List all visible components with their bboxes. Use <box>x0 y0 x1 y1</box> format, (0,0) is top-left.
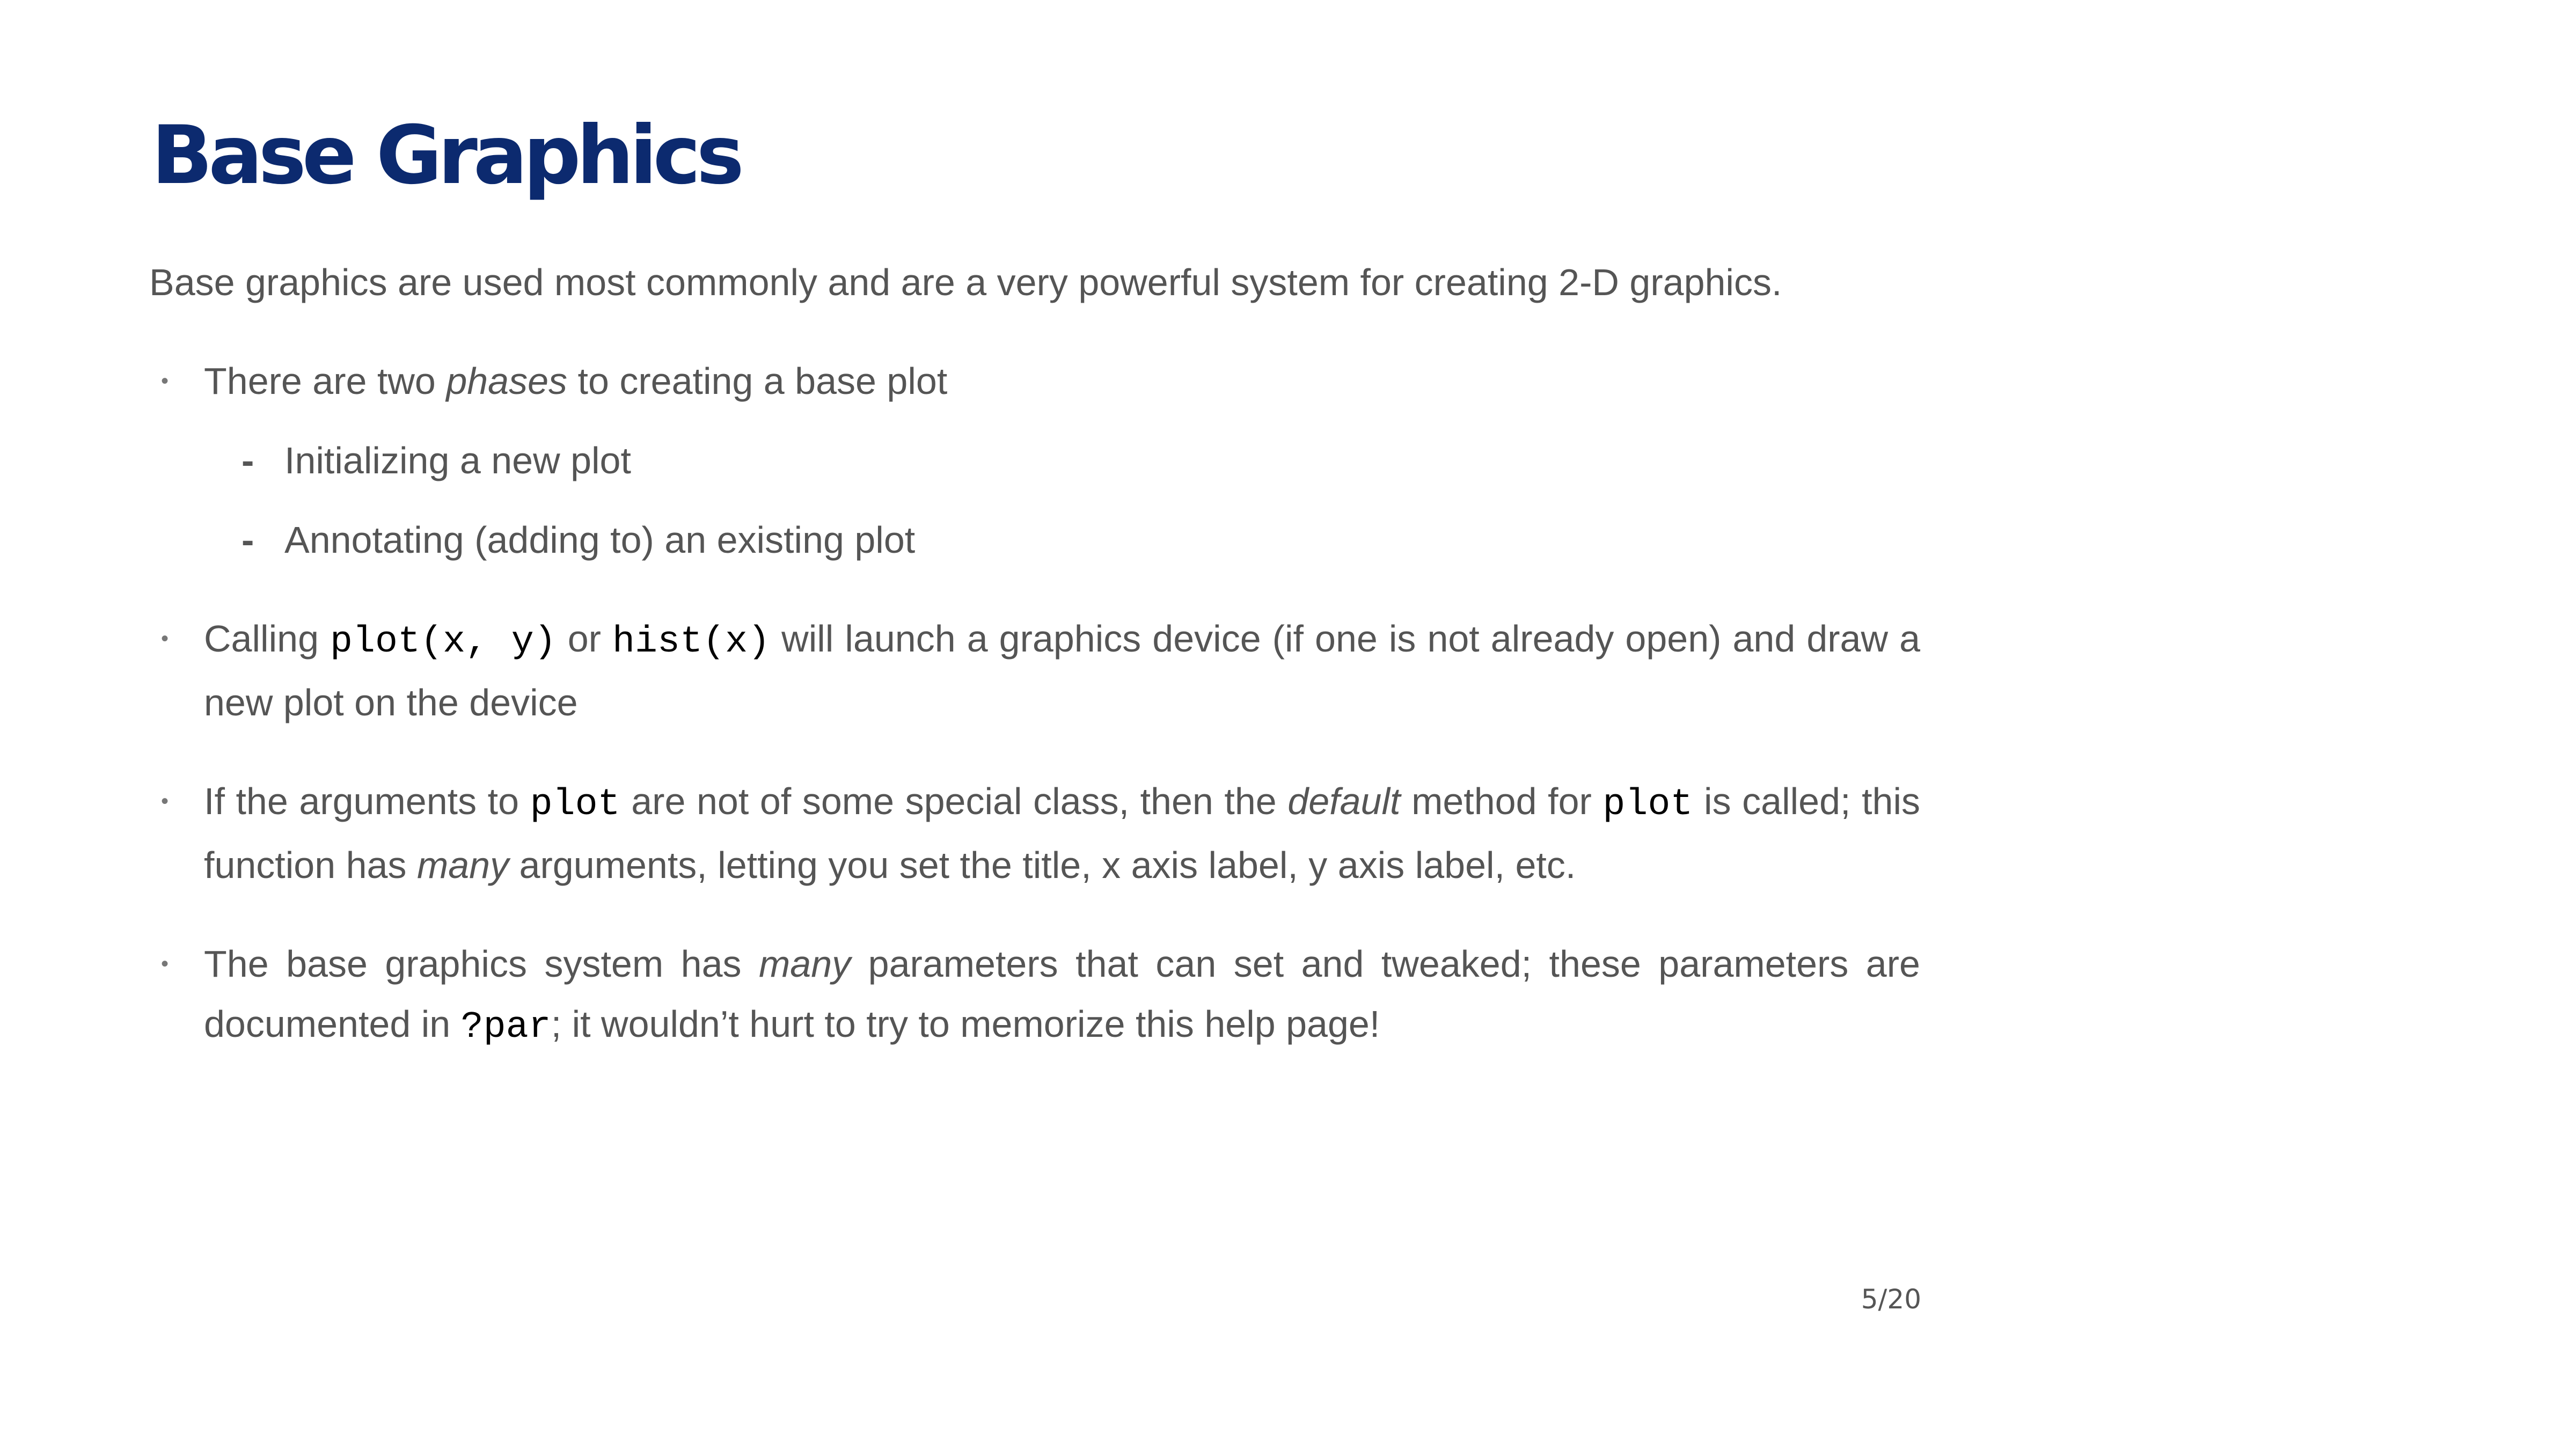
code-text: plot <box>530 784 620 826</box>
intro-paragraph: Base graphics are used most commonly and… <box>149 261 1782 303</box>
bullet-item-phases: • There are two phases to creating a bas… <box>149 351 1920 570</box>
dash-marker: - <box>241 440 254 481</box>
bullet-marker: • <box>161 952 169 976</box>
bullet-text: There are two <box>204 360 447 402</box>
slide-content: Base graphics are used most commonly and… <box>149 252 1920 1096</box>
bullet-item-arguments: • If the arguments to plot are not of so… <box>149 771 1920 895</box>
code-text: hist(x) <box>612 621 771 663</box>
sub-bullet-text: Initializing a new plot <box>284 440 631 481</box>
bullet-list: • There are two phases to creating a bas… <box>149 351 1920 1058</box>
bullet-text: are not of some special class, then the <box>620 780 1288 822</box>
bullet-text: If the arguments to <box>204 780 530 822</box>
bullet-item-parameters: • The base graphics system has many para… <box>149 934 1920 1058</box>
bullet-marker: • <box>161 789 169 813</box>
bullet-text: to creating a base plot <box>567 360 948 402</box>
emphasis-text: phases <box>446 360 568 402</box>
emphasis-text: many <box>416 844 509 886</box>
emphasis-text: default <box>1287 780 1401 822</box>
code-text: ?par <box>460 1006 551 1049</box>
bullet-marker: • <box>161 627 169 650</box>
slide-title: Base Graphics <box>151 109 744 202</box>
sub-bullet-text: Annotating (adding to) an existing plot <box>284 519 916 561</box>
bullet-text: or <box>556 618 613 660</box>
bullet-marker: • <box>161 369 169 393</box>
bullet-text: The base graphics system has <box>204 943 759 985</box>
sub-bullet-item: - Annotating (adding to) an existing plo… <box>204 510 1920 570</box>
bullet-text: ; it wouldn’t hurt to try to memorize th… <box>551 1003 1380 1045</box>
dash-marker: - <box>241 519 254 561</box>
bullet-item-calling: • Calling plot(x, y) or hist(x) will lau… <box>149 609 1920 733</box>
bullet-text: method for <box>1400 780 1603 822</box>
sub-bullet-list: - Initializing a new plot - Annotating (… <box>204 430 1920 570</box>
page-number: 5/20 <box>1861 1284 1921 1315</box>
bullet-text: Calling <box>204 618 331 660</box>
sub-bullet-item: - Initializing a new plot <box>204 430 1920 491</box>
code-text: plot(x, y) <box>330 621 557 663</box>
emphasis-text: many <box>758 943 851 985</box>
bullet-text: arguments, letting you set the title, x … <box>509 844 1576 886</box>
slide: Base Graphics Base graphics are used mos… <box>0 0 2576 1449</box>
code-text: plot <box>1602 784 1693 826</box>
